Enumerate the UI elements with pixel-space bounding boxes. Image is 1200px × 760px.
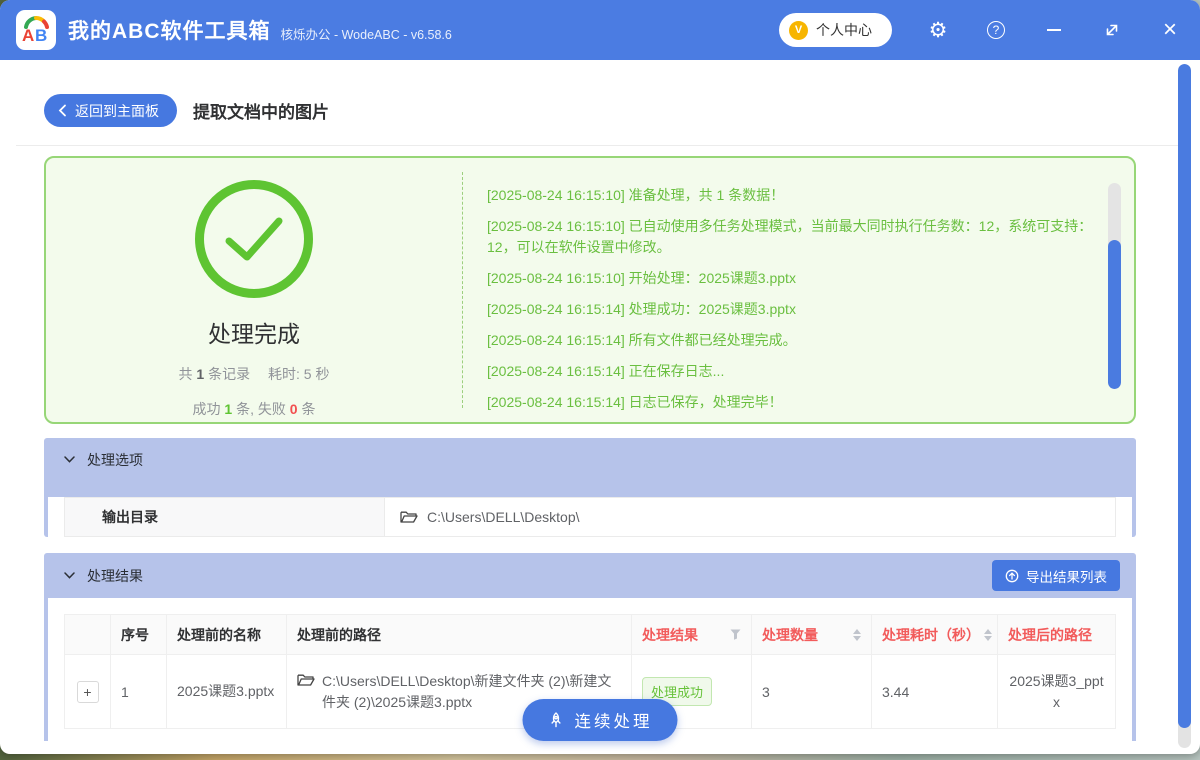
back-to-main-button[interactable]: 返回到主面板 (44, 94, 177, 127)
total-count: 1 (196, 366, 205, 382)
sort-icon[interactable] (853, 628, 861, 641)
svg-text:B: B (35, 26, 47, 45)
continue-processing-button[interactable]: 连续处理 (522, 699, 678, 741)
options-section-header[interactable]: 处理选项 (44, 438, 1136, 481)
results-section-header[interactable]: 处理结果 导出结果列表 (44, 553, 1136, 598)
rocket-icon (551, 711, 561, 727)
resize-button[interactable] (1100, 18, 1124, 42)
continue-processing-label: 连续处理 (574, 713, 653, 731)
log-line: [2025-08-24 16:15:14] 处理成功：2025课题3.pptx (487, 301, 796, 317)
expand-cell: + (64, 654, 111, 729)
success-count: 1 (224, 401, 233, 417)
folder-icon (400, 511, 418, 523)
after-path-cell: 2025课题3_pptx (997, 654, 1116, 729)
options-section-title: 处理选项 (87, 451, 143, 468)
index-cell: 1 (110, 654, 167, 729)
log-line: [2025-08-24 16:15:10] 已自动使用多任务处理模式，当前最大同… (487, 218, 1093, 255)
app-window: A B 我的ABC软件工具箱 核烁办公 - WodeABC - v6.58.6 … (0, 0, 1200, 754)
header-divider (16, 145, 1184, 146)
log-line: [2025-08-24 16:15:14] 正在保存日志... (487, 363, 725, 379)
svg-text:A: A (22, 26, 34, 45)
minimize-button[interactable] (1042, 18, 1066, 42)
count-cell: 3 (751, 654, 872, 729)
col-count: 处理数量 (751, 614, 872, 655)
table-header-row: 序号 处理前的名称 处理前的路径 处理结果 处理数量 处理耗时（秒） 处理后的路… (64, 614, 1116, 655)
elapsed-cell: 3.44 (871, 654, 998, 729)
app-subtitle: 核烁办公 - WodeABC - v6.58.6 (280, 27, 452, 42)
status-summary: 处理完成 共 1 条记录 耗时: 5 秒 成功 1 条, 失败 0 条 (46, 158, 462, 422)
col-expand (64, 614, 111, 655)
output-dir-row: 输出目录 C:\Users\DELL\Desktop\ (64, 497, 1116, 537)
col-path-before: 处理前的路径 (286, 614, 632, 655)
back-button-label: 返回到主面板 (75, 102, 159, 119)
chevron-down-icon (64, 456, 75, 463)
col-index: 序号 (110, 614, 167, 655)
log-line: [2025-08-24 16:15:10] 开始处理：2025课题3.pptx (487, 270, 796, 286)
options-section: 处理选项 输出目录 C:\Users\DELL\Desktop\ (44, 438, 1136, 537)
page-header: 返回到主面板 提取文档中的图片 (0, 60, 1200, 145)
status-totals: 共 1 条记录 耗时: 5 秒 (178, 366, 330, 382)
user-center-label: 个人中心 (816, 22, 872, 38)
chevron-down-icon (64, 572, 75, 579)
col-name-before: 处理前的名称 (166, 614, 287, 655)
app-title: 我的ABC软件工具箱 (68, 20, 271, 43)
folder-icon (297, 674, 315, 686)
titlebar: A B 我的ABC软件工具箱 核烁办公 - WodeABC - v6.58.6 … (0, 0, 1200, 60)
name-cell: 2025课题3.pptx (166, 654, 287, 729)
main-scrollbar[interactable] (1178, 64, 1191, 748)
sort-icon[interactable] (984, 628, 992, 641)
options-section-body: 输出目录 C:\Users\DELL\Desktop\ (48, 497, 1132, 537)
log-scrollbar-thumb[interactable] (1108, 240, 1121, 389)
status-title: 处理完成 (208, 321, 300, 347)
output-dir-value[interactable]: C:\Users\DELL\Desktop\ (385, 498, 1115, 536)
status-panel: 处理完成 共 1 条记录 耗时: 5 秒 成功 1 条, 失败 0 条 [202… (44, 156, 1136, 424)
app-logo-icon: A B (16, 10, 56, 50)
vip-icon: V (789, 20, 808, 40)
elapsed-time: 耗时: 5 秒 (268, 366, 330, 382)
upload-icon (1005, 569, 1019, 582)
log-line: [2025-08-24 16:15:14] 所有文件都已经处理完成。 (487, 332, 797, 348)
col-path-after: 处理后的路径 (997, 614, 1116, 655)
close-button[interactable]: × (1158, 18, 1182, 42)
titlebar-actions: V 个人中心 ⚙ ? × (779, 13, 1182, 47)
log-scrollbar[interactable] (1108, 183, 1121, 389)
filter-icon[interactable] (730, 629, 741, 640)
log-list: [2025-08-24 16:15:10] 准备处理，共 1 条数据！ [202… (487, 180, 1094, 418)
page-title: 提取文档中的图片 (193, 103, 329, 122)
log-line: [2025-08-24 16:15:14] 日志已保存，处理完毕！ (487, 394, 783, 410)
output-dir-label: 输出目录 (65, 498, 385, 536)
settings-gear-icon[interactable]: ⚙ (926, 18, 950, 42)
fail-count: 0 (289, 401, 298, 417)
expand-row-button[interactable]: + (76, 680, 99, 703)
status-success-fail: 成功 1 条, 失败 0 条 (192, 401, 316, 417)
success-check-icon (195, 180, 313, 298)
log-area: [2025-08-24 16:15:10] 准备处理，共 1 条数据！ [202… (462, 172, 1134, 410)
chevron-left-icon (58, 104, 66, 117)
export-results-label: 导出结果列表 (1026, 569, 1107, 585)
log-line: [2025-08-24 16:15:10] 准备处理，共 1 条数据！ (487, 187, 785, 203)
main-scrollbar-thumb[interactable] (1178, 64, 1191, 728)
user-center-button[interactable]: V 个人中心 (779, 13, 892, 47)
help-icon[interactable]: ? (984, 18, 1008, 42)
col-elapsed: 处理耗时（秒） (871, 614, 998, 655)
results-section-title: 处理结果 (87, 567, 143, 584)
output-dir-path: C:\Users\DELL\Desktop\ (427, 509, 580, 525)
export-results-button[interactable]: 导出结果列表 (992, 560, 1120, 591)
col-result: 处理结果 (631, 614, 752, 655)
